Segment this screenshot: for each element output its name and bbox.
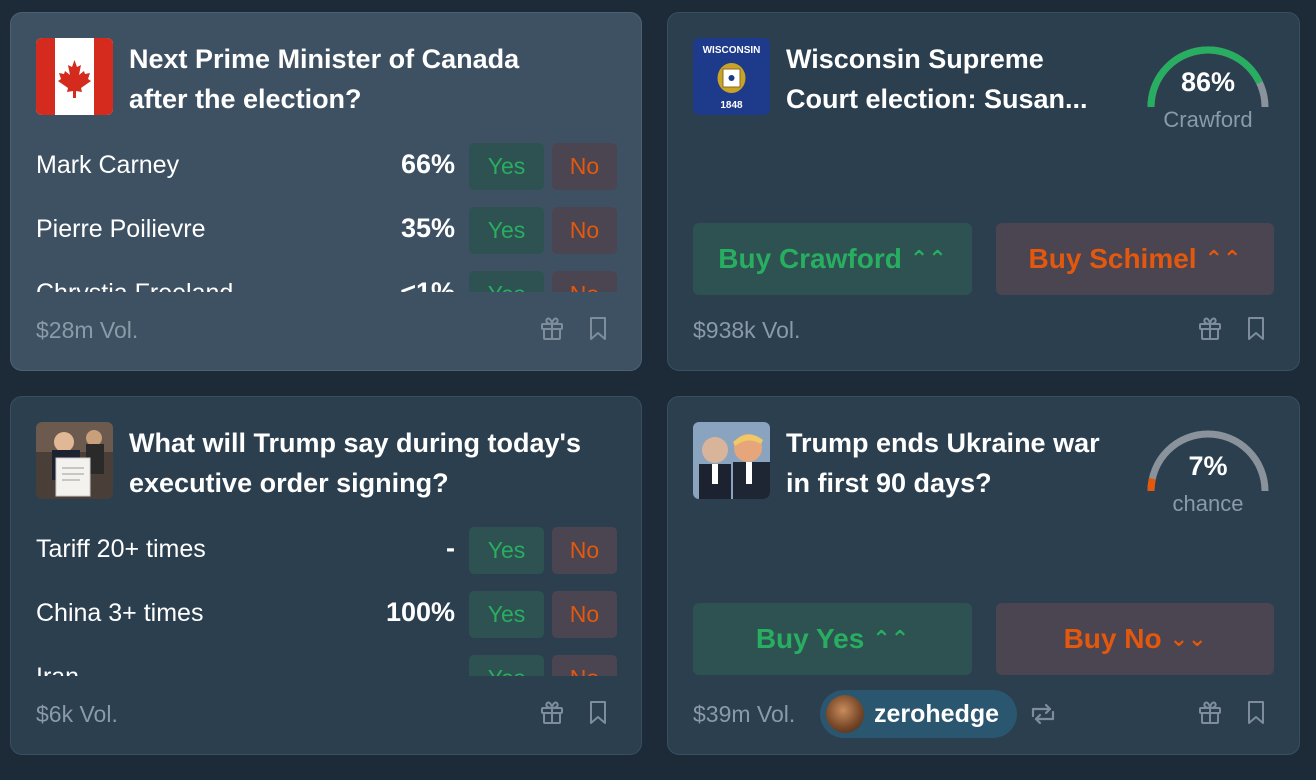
no-button[interactable]: No [552, 655, 617, 676]
market-card-ukraine-war[interactable]: Trump ends Ukraine war in first 90 days?… [667, 396, 1300, 755]
gauge-label: chance [1172, 491, 1244, 516]
yes-button[interactable]: Yes [469, 527, 544, 574]
volume-label: $39m Vol. [693, 701, 796, 727]
market-title[interactable]: Wisconsin Supreme Court election: Susan.… [786, 39, 1126, 119]
yes-button[interactable]: Yes [469, 271, 544, 292]
repost-icon[interactable] [1028, 702, 1058, 731]
bookmark-icon[interactable] [1243, 699, 1269, 725]
outcome-name: Pierre Poilievre [36, 215, 206, 243]
no-button[interactable]: No [552, 271, 617, 292]
card-actions [539, 315, 611, 341]
market-title[interactable]: Trump ends Ukraine war in first 90 days? [786, 423, 1100, 503]
probability-gauge: 86% Crawford [1143, 35, 1273, 145]
gift-icon[interactable] [539, 699, 565, 725]
outcome-name: Chrystia Freeland [36, 279, 233, 292]
volume-label: $6k Vol. [36, 701, 118, 727]
outcome-percent: 35% [400, 213, 455, 243]
outcome-percent: 66% [400, 149, 455, 179]
canada-flag-image [36, 38, 113, 115]
outcome-percent: - [446, 661, 455, 676]
buy-no-button[interactable]: Buy No ⌄⌄ [996, 603, 1274, 675]
outcome-name: China 3+ times [36, 599, 204, 627]
no-button[interactable]: No [552, 207, 617, 254]
gift-icon[interactable] [1197, 699, 1223, 725]
gauge-value: 7% [1188, 451, 1228, 481]
card-actions [539, 699, 611, 725]
outcome-row: Chrystia Freeland <1% Yes No [36, 269, 619, 292]
bookmark-icon[interactable] [1243, 315, 1269, 341]
avatar [826, 695, 864, 733]
outcome-name: Iran [36, 663, 79, 676]
volume-label: $938k Vol. [693, 317, 801, 343]
gift-icon[interactable] [539, 315, 565, 341]
outcome-row: Tariff 20+ times - Yes No [36, 525, 619, 589]
probability-gauge: 7% chance [1143, 419, 1273, 529]
double-chevron-up-icon: ⌃⌃ [1204, 246, 1242, 271]
trump-signing-image [36, 422, 113, 499]
outcome-row: Iran - Yes No [36, 653, 619, 676]
bookmark-icon[interactable] [585, 315, 611, 341]
market-card-trump-executive-order[interactable]: What will Trump say during today's execu… [10, 396, 642, 755]
no-button[interactable]: No [552, 591, 617, 638]
username: zerohedge [874, 699, 1000, 728]
flag-text-top: WISCONSIN [703, 45, 761, 56]
outcome-row: China 3+ times 100% Yes No [36, 589, 619, 653]
market-title[interactable]: Next Prime Minister of Canada after the … [129, 39, 519, 119]
outcome-list: Tariff 20+ times - Yes No China 3+ times… [36, 525, 619, 676]
market-title[interactable]: What will Trump say during today's execu… [129, 423, 581, 503]
buy-schimel-button[interactable]: Buy Schimel ⌃⌃ [996, 223, 1274, 295]
double-chevron-up-icon: ⌃⌃ [909, 246, 947, 271]
trump-putin-image [693, 422, 770, 499]
market-card-wisconsin[interactable]: WISCONSIN 1848 Wisconsin Supreme Court e… [667, 12, 1300, 371]
outcome-name: Tariff 20+ times [36, 535, 206, 563]
outcome-percent: <1% [400, 277, 455, 292]
user-badge[interactable]: zerohedge [820, 690, 1018, 738]
bookmark-icon[interactable] [585, 699, 611, 725]
buy-yes-button[interactable]: Buy Yes ⌃⌃ [693, 603, 972, 675]
outcome-name: Mark Carney [36, 151, 180, 179]
flag-text-bottom: 1848 [720, 100, 743, 111]
yes-button[interactable]: Yes [469, 655, 544, 676]
yes-button[interactable]: Yes [469, 207, 544, 254]
double-chevron-up-icon: ⌃⌃ [872, 626, 910, 651]
buy-crawford-button[interactable]: Buy Crawford ⌃⌃ [693, 223, 972, 295]
no-button[interactable]: No [552, 143, 617, 190]
outcome-row: Mark Carney 66% Yes No [36, 141, 619, 205]
card-actions [1197, 315, 1269, 341]
gauge-label: Crawford [1163, 107, 1253, 132]
wisconsin-flag-image: WISCONSIN 1848 [693, 38, 770, 115]
outcome-percent: - [446, 533, 455, 563]
outcome-percent: 100% [385, 597, 455, 627]
market-card-canada[interactable]: Next Prime Minister of Canada after the … [10, 12, 642, 371]
double-chevron-down-icon: ⌄⌄ [1169, 626, 1207, 651]
volume-label: $28m Vol. [36, 317, 139, 343]
no-button[interactable]: No [552, 527, 617, 574]
yes-button[interactable]: Yes [469, 143, 544, 190]
card-actions [1197, 699, 1269, 725]
outcome-row: Pierre Poilievre 35% Yes No [36, 205, 619, 269]
yes-button[interactable]: Yes [469, 591, 544, 638]
gauge-value: 86% [1180, 67, 1236, 97]
gift-icon[interactable] [1197, 315, 1223, 341]
outcome-list: Mark Carney 66% Yes No Pierre Poilievre … [36, 141, 619, 292]
